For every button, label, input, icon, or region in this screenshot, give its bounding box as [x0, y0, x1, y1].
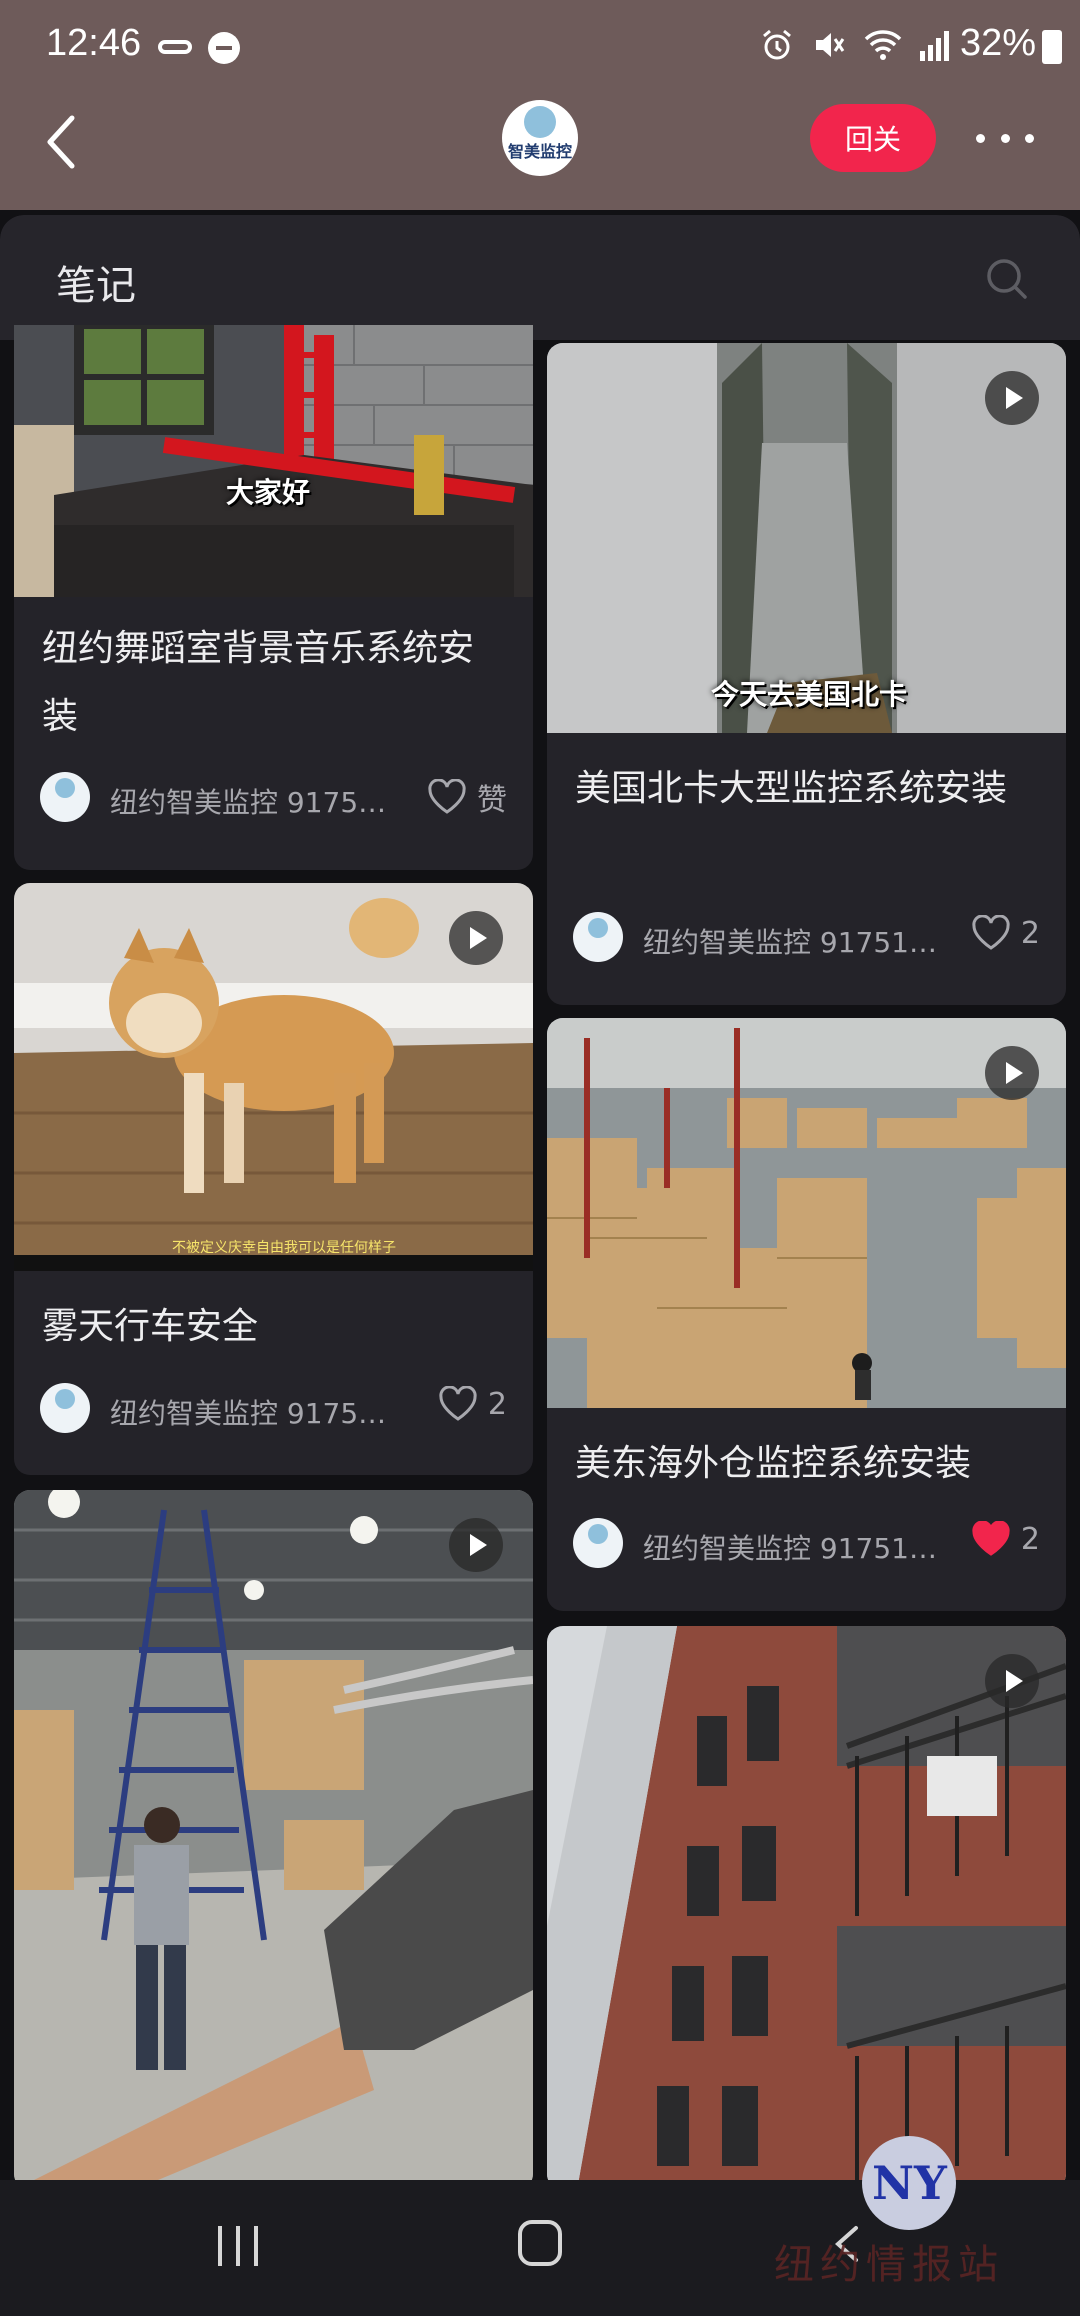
thumbnail-caption: 不被定义庆幸自由我可以是任何样子: [172, 1240, 396, 1256]
dnd-icon: [208, 32, 240, 64]
more-options-icon[interactable]: [976, 120, 1034, 156]
note-title: 美国北卡大型监控系统安装: [575, 768, 1008, 809]
like-button[interactable]: 2: [438, 1386, 507, 1422]
like-count: 2: [1020, 1521, 1040, 1557]
note-thumbnail: 今天去美国北卡: [547, 343, 1066, 733]
recent-apps-icon[interactable]: [218, 2226, 258, 2266]
note-thumbnail: 不被定义庆幸自由我可以是任何样子: [14, 883, 533, 1271]
note-card[interactable]: 不被定义庆幸自由我可以是任何样子 雾天行车安全 纽约智美监控 917514...…: [14, 883, 533, 1475]
search-icon[interactable]: [986, 258, 1028, 300]
sheet-header: 笔记: [0, 215, 1080, 340]
note-title: 纽约舞蹈室背景音乐系统安装: [42, 628, 475, 737]
alarm-icon: [763, 29, 791, 60]
account-logo-text: 智美监控: [507, 142, 572, 161]
status-bar: 12:46 32%: [0, 0, 1080, 92]
like-count: 2: [1020, 915, 1040, 951]
thumbnail-caption: 今天去美国北卡: [711, 678, 908, 711]
like-button[interactable]: 赞: [427, 775, 507, 819]
thumbnail-caption: 大家好: [226, 476, 311, 509]
voicemail-icon: [158, 40, 192, 54]
battery-icon: [1042, 30, 1062, 64]
like-count: 赞: [477, 783, 507, 818]
heart-icon: [428, 779, 466, 814]
watermark-text: 纽约情报站: [774, 2242, 1004, 2288]
play-icon: [985, 371, 1039, 425]
signal-icon: [920, 31, 949, 61]
battery-percent: 32%: [959, 22, 1036, 64]
follow-back-button[interactable]: 回关: [810, 104, 936, 172]
status-time: 12:46: [46, 22, 142, 64]
app-header: 12:46 32% 智美监控 回关: [0, 0, 1080, 210]
note-card[interactable]: 今天去美国北卡 美国北卡大型监控系统安装 纽约智美监控 917514... 2: [547, 343, 1066, 1005]
note-card[interactable]: [14, 1490, 533, 2190]
note-thumbnail: [14, 1490, 533, 2190]
sheet-title: 笔记: [56, 263, 136, 309]
author-name[interactable]: 纽约智美监控 917514...: [643, 1527, 943, 1567]
liked-heart-icon: [972, 1521, 1010, 1556]
note-thumbnail: [547, 1018, 1066, 1408]
author-avatar[interactable]: [40, 772, 90, 822]
author-avatar[interactable]: [573, 912, 623, 962]
note-card[interactable]: 美东海外仓监控系统安装 纽约智美监控 917514... 2: [547, 1018, 1066, 1611]
note-title: 雾天行车安全: [42, 1306, 259, 1347]
back-icon[interactable]: [42, 112, 82, 172]
note-title: 美东海外仓监控系统安装: [575, 1443, 972, 1484]
logo-camera-icon: [524, 106, 556, 138]
note-thumbnail: 大家好: [14, 325, 533, 597]
wifi-icon: [864, 30, 902, 60]
heart-icon: [439, 1386, 477, 1421]
note-thumbnail: [547, 1626, 1066, 2190]
author-name[interactable]: 纽约智美监控 917514...: [643, 921, 943, 961]
note-card[interactable]: [547, 1626, 1066, 2190]
notes-sheet: 笔记 大家好 纽约舞蹈室背景音乐系统安装 纽约智美监控 91751... 赞 今…: [0, 215, 1080, 2316]
author-name[interactable]: 纽约智美监控 91751...: [110, 781, 390, 821]
watermark-logo: NY: [862, 2136, 956, 2230]
like-count: 2: [487, 1386, 507, 1422]
play-icon: [449, 911, 503, 965]
like-button[interactable]: 2: [971, 1521, 1040, 1557]
author-avatar[interactable]: [573, 1518, 623, 1568]
play-icon: [985, 1654, 1039, 1708]
account-avatar[interactable]: 智美监控: [502, 100, 578, 176]
play-icon: [985, 1046, 1039, 1100]
author-name[interactable]: 纽约智美监控 917514...: [110, 1392, 400, 1432]
status-icons: [760, 28, 950, 62]
like-button[interactable]: 2: [971, 915, 1040, 951]
author-avatar[interactable]: [40, 1383, 90, 1433]
note-card[interactable]: 大家好 纽约舞蹈室背景音乐系统安装 纽约智美监控 91751... 赞: [14, 325, 533, 870]
watermark-logo-text: NY: [872, 2156, 947, 2210]
play-icon: [449, 1518, 503, 1572]
home-icon[interactable]: [518, 2220, 562, 2266]
mute-icon: [816, 33, 845, 57]
heart-icon: [972, 915, 1010, 950]
